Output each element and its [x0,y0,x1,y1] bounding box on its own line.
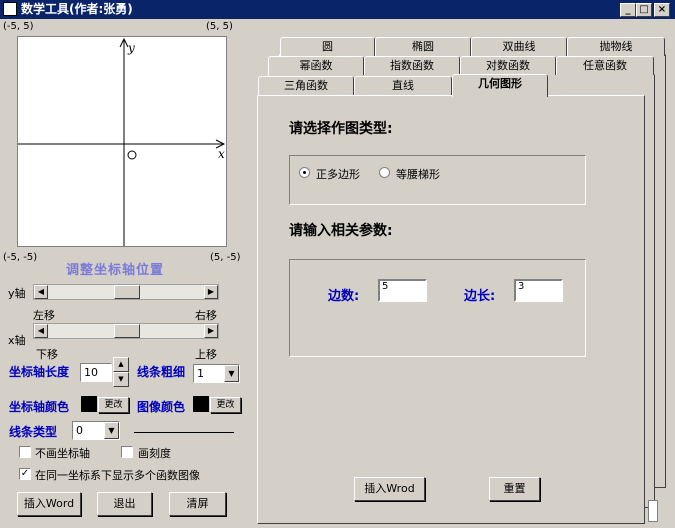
corner-bottom-left: (-5, -5) [3,252,38,263]
isosceles-trapezoid-radio[interactable] [379,167,390,178]
clear-screen-button[interactable]: 清屏 [169,492,226,516]
tab-logarithmic-function[interactable]: 对数函数 [460,56,556,75]
axis-length-label: 坐标轴长度 [9,365,70,379]
draw-ticks-label: 画刻度 [138,447,171,460]
reset-button[interactable]: 重置 [489,477,540,501]
corner-top-left: (-5, 5) [3,21,34,32]
tab-any-function[interactable]: 任意函数 [556,56,654,75]
adjust-axis-title: 调整坐标轴位置 [66,263,165,278]
axis-color-swatch [81,396,97,412]
tab-power-function[interactable]: 幂函数 [268,56,364,75]
line-width-label: 线条粗细 [137,365,186,379]
scrollbar-stub[interactable] [648,500,658,522]
params-group-box: 边数: 5 边长: 3 [289,259,586,357]
axis-length-input[interactable]: 10 [80,363,112,382]
origin-marker [127,150,137,160]
sides-input[interactable]: 5 [378,279,427,302]
no-axis-label: 不画坐标轴 [35,447,90,460]
x-axis-thumb[interactable] [114,324,140,338]
sides-label: 边数: [328,289,360,304]
multi-graph-checkbox[interactable]: ✓ [19,468,31,480]
tab-parabola[interactable]: 抛物线 [567,37,665,56]
corner-top-right: (5, 5) [206,21,233,32]
scroll-left-arrow-icon[interactable]: ◀ [34,285,48,299]
change-axis-color-button[interactable]: 更改 [98,397,129,413]
graph-canvas[interactable]: y x [17,36,227,247]
tab-exponential-function[interactable]: 指数函数 [364,56,460,75]
exit-button[interactable]: 退出 [97,492,152,516]
tab-circle[interactable]: 圆 [280,37,375,56]
side-length-label: 边长: [464,289,496,304]
insert-word-geometry-button[interactable]: 插入Wrod [354,477,425,501]
image-color-label: 图像颜色 [137,400,186,414]
insert-word-button[interactable]: 插入Word [17,492,81,516]
line-width-select[interactable]: 1 ▼ [193,364,240,383]
tab-line[interactable]: 直线 [354,76,452,95]
side-length-input[interactable]: 3 [514,279,563,302]
tab-hyperbola[interactable]: 双曲线 [471,37,567,56]
chevron-down-icon[interactable]: ▼ [104,422,119,439]
choose-type-heading: 请选择作图类型: [289,121,393,137]
corner-bottom-right: (5, -5) [210,252,241,263]
image-color-swatch [193,396,209,412]
tab-geometry[interactable]: 几何图形 [452,74,548,97]
spin-down-button[interactable]: ▼ [113,372,129,387]
x-axis-slider-label: x轴 [8,334,26,347]
move-up-label: 上移 [195,348,217,361]
type-group-box: 正多边形 等腰梯形 [289,155,586,205]
tab-ellipse[interactable]: 椭圆 [375,37,471,56]
isosceles-trapezoid-label: 等腰梯形 [396,168,440,181]
move-left-label: 左移 [33,309,55,322]
chevron-down-icon[interactable]: ▼ [224,365,239,382]
geometry-tab-page: 请选择作图类型: 正多边形 等腰梯形 请输入相关参数: 边数: 5 边长: 3 … [257,95,645,524]
line-type-label: 线条类型 [9,425,58,439]
axis-color-label: 坐标轴颜色 [9,400,70,414]
maximize-button[interactable]: □ [636,3,652,17]
y-axis-scrollbar[interactable]: ◀ ▶ [33,284,219,300]
axes-svg [18,37,226,246]
line-type-preview [134,432,234,433]
scroll-right-arrow-icon[interactable]: ▶ [204,324,218,338]
app-icon [3,2,17,16]
x-axis-scrollbar[interactable]: ◀ ▶ [33,323,219,339]
line-type-select[interactable]: 0 ▼ [72,421,120,440]
move-right-label: 右移 [195,309,217,322]
regular-polygon-label: 正多边形 [316,168,360,181]
tab-trigonometric[interactable]: 三角函数 [258,76,354,95]
x-axis-label: x [218,147,225,161]
scroll-right-arrow-icon[interactable]: ▶ [204,285,218,299]
spin-up-button[interactable]: ▲ [113,357,129,372]
params-heading: 请输入相关参数: [289,223,393,239]
minimize-button[interactable]: _ [620,3,636,17]
draw-ticks-checkbox[interactable] [121,446,133,458]
y-axis-slider-label: y轴 [8,287,26,300]
y-axis-thumb[interactable] [114,285,140,299]
move-down-label: 下移 [36,348,58,361]
regular-polygon-radio[interactable] [299,167,310,178]
multi-graph-label: 在同一坐标系下显示多个函数图像 [35,469,200,482]
y-axis-label: y [128,41,135,55]
scroll-left-arrow-icon[interactable]: ◀ [34,324,48,338]
no-axis-checkbox[interactable] [19,446,31,458]
window-title: 数学工具(作者:张勇) [21,2,133,16]
close-button[interactable]: × [654,3,670,17]
change-image-color-button[interactable]: 更改 [210,397,241,413]
